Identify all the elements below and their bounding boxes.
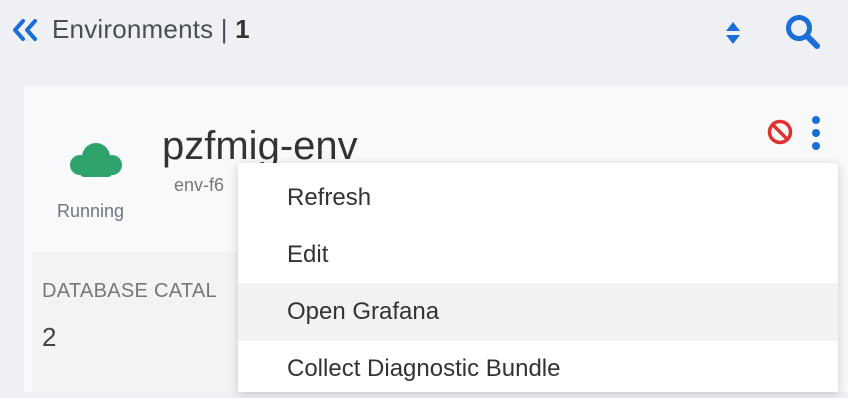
menu-item-open-grafana[interactable]: Open Grafana [238,283,838,341]
status-label: Running [57,201,125,221]
menu-item-collect-diagnostic-bundle[interactable]: Collect Diagnostic Bundle [238,340,838,398]
search-icon[interactable] [783,12,823,52]
actions-dropdown-menu: Refresh Edit Open Grafana Collect Diagno… [238,163,838,392]
title-label: Environments | [52,14,236,44]
menu-item-refresh[interactable]: Refresh [238,169,838,227]
menu-item-edit[interactable]: Edit [238,226,838,284]
stat-label: DATABASE CATAL [42,280,217,302]
disable-icon[interactable] [766,118,794,146]
double-chevron-left-icon[interactable] [10,18,40,42]
environment-id: env-f6 [174,175,225,195]
stat-value: 2 [42,322,57,352]
page-title: Environments | 1 [52,14,250,45]
environments-header: Environments | 1 [0,0,848,72]
environment-count: 1 [235,14,250,44]
cloud-icon [70,143,122,177]
sort-icon[interactable] [724,20,742,46]
more-vertical-icon[interactable] [810,114,822,152]
